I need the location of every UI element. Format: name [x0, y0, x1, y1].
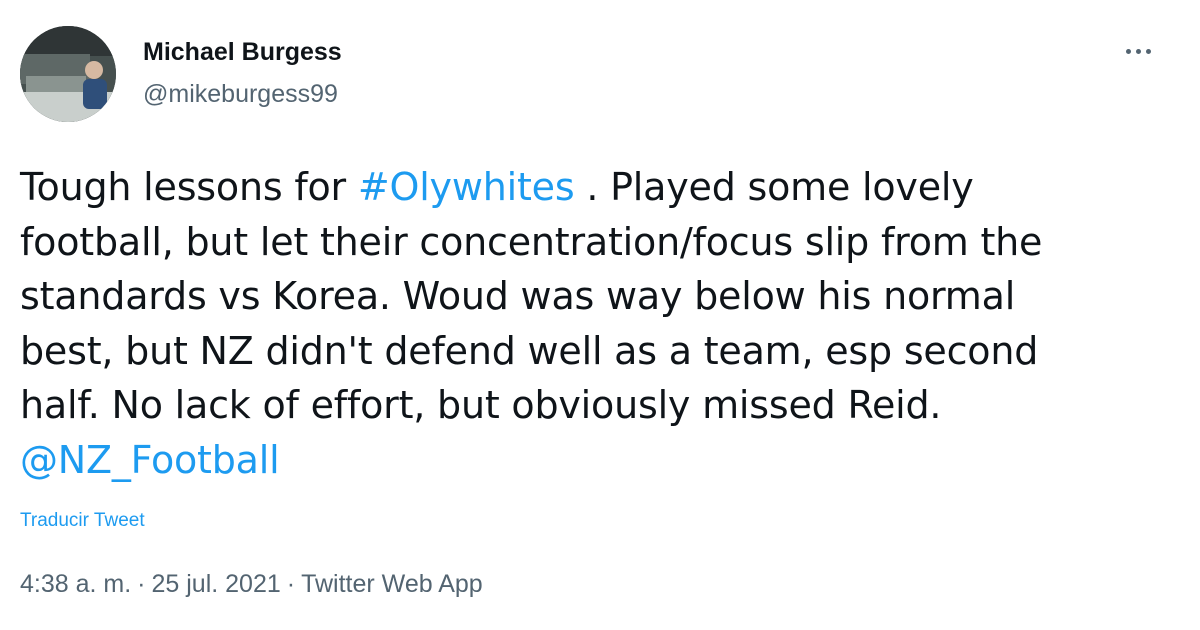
- translate-tweet-link[interactable]: Traducir Tweet: [20, 510, 145, 532]
- tweet-meta: 4:38 a. m. · 25 jul. 2021 · Twitter Web App: [20, 570, 483, 599]
- more-options-icon[interactable]: [1118, 36, 1158, 66]
- tweet-line: best, but NZ didn't defend well as a tea…: [20, 328, 1039, 373]
- dot-icon: [1125, 48, 1131, 54]
- dot-icon: [1135, 48, 1141, 54]
- tweet-date[interactable]: 25 jul. 2021: [152, 570, 281, 598]
- tweet-line: half. No lack of effort, but obviously m…: [20, 383, 942, 427]
- tweet-line: @NZ_Football: [20, 433, 1170, 488]
- text-segment: Tough lessons for: [20, 165, 358, 209]
- separator: ·: [137, 570, 146, 598]
- tweet-line: Tough lessons for #Olywhites . Played so…: [20, 160, 1170, 215]
- tweet-source[interactable]: Twitter Web App: [301, 570, 483, 598]
- tweet-text: Tough lessons for #Olywhites . Played so…: [20, 160, 1170, 487]
- mention-link[interactable]: @NZ_Football: [20, 438, 280, 482]
- tweet-time[interactable]: 4:38 a. m.: [20, 570, 131, 598]
- separator: ·: [286, 570, 296, 598]
- text-segment: . Played some lovely: [574, 165, 974, 209]
- avatar-photo: [20, 26, 116, 122]
- author-handle[interactable]: @mikeburgess99: [143, 80, 338, 109]
- dot-icon: [1145, 48, 1151, 54]
- author-name[interactable]: Michael Burgess: [143, 38, 342, 67]
- hashtag-link[interactable]: #Olywhites: [358, 165, 575, 209]
- tweet-line: standards vs Korea. Woud was way below h…: [20, 274, 1016, 318]
- avatar[interactable]: [20, 26, 116, 122]
- tweet-line: football, but let their concentration/fo…: [20, 219, 1043, 264]
